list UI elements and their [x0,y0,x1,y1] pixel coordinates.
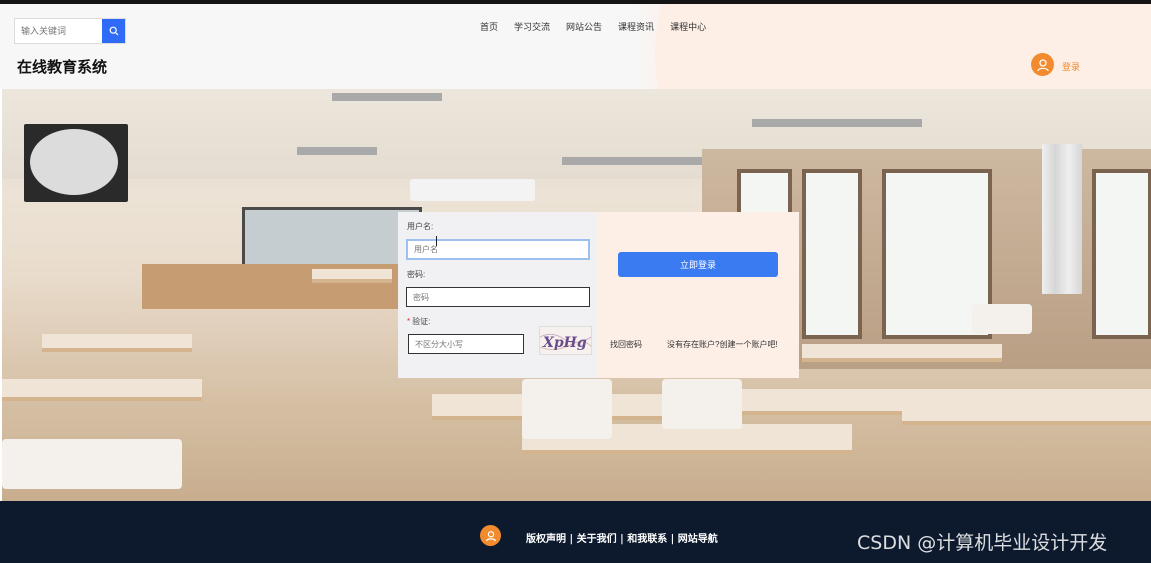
nav-study-exchange[interactable]: 学习交流 [506,21,558,33]
forgot-password-link[interactable]: 找回密码 [610,339,642,350]
nav-course-center[interactable]: 课程中心 [662,21,714,33]
nav-course-news[interactable]: 课程资讯 [610,21,662,33]
username-label: 用户名: [407,222,434,231]
nav-announcements[interactable]: 网站公告 [558,21,610,33]
header-decoration [655,4,1151,89]
user-icon [485,530,496,541]
user-avatar[interactable] [1031,53,1054,76]
search-icon [109,26,118,36]
login-panel: 用户名: 密码: *验证: XpHg 立即登录 找回密码 没有存在账户?创建一个… [398,212,799,378]
username-input[interactable] [406,239,590,260]
required-mark: * [407,317,411,326]
register-link[interactable]: 没有存在账户?创建一个账户吧! [667,339,778,350]
login-button[interactable]: 立即登录 [618,252,778,277]
footer-links[interactable]: 版权声明 | 关于我们 | 和我联系 | 网站导航 [526,530,718,545]
text-cursor [436,236,438,246]
password-input[interactable] [406,287,590,307]
login-form: 用户名: 密码: *验证: XpHg [398,212,597,378]
captcha-text: XpHg [542,335,587,351]
main-nav: 首页 学习交流 网站公告 课程资讯 课程中心 [472,21,714,33]
site-title: 在线教育系统 [17,59,108,76]
site-header: 首页 学习交流 网站公告 课程资讯 课程中心 在线教育系统 登录 [0,4,1151,89]
footer-user-icon [480,525,501,546]
watermark: CSDN @计算机毕业设计开发 [857,532,1108,554]
captcha-input[interactable] [408,334,524,354]
password-label: 密码: [407,270,426,279]
login-actions: 立即登录 找回密码 没有存在账户?创建一个账户吧! [597,212,799,378]
search-button[interactable] [102,19,125,43]
nav-home[interactable]: 首页 [472,21,506,33]
captcha-label-text: 验证: [412,317,431,326]
captcha-image[interactable]: XpHg [539,326,592,355]
login-link[interactable]: 登录 [1062,60,1080,73]
captcha-label: * 验证: [407,316,430,327]
search-box [14,18,126,44]
user-icon [1036,58,1049,71]
search-input[interactable] [15,19,102,43]
